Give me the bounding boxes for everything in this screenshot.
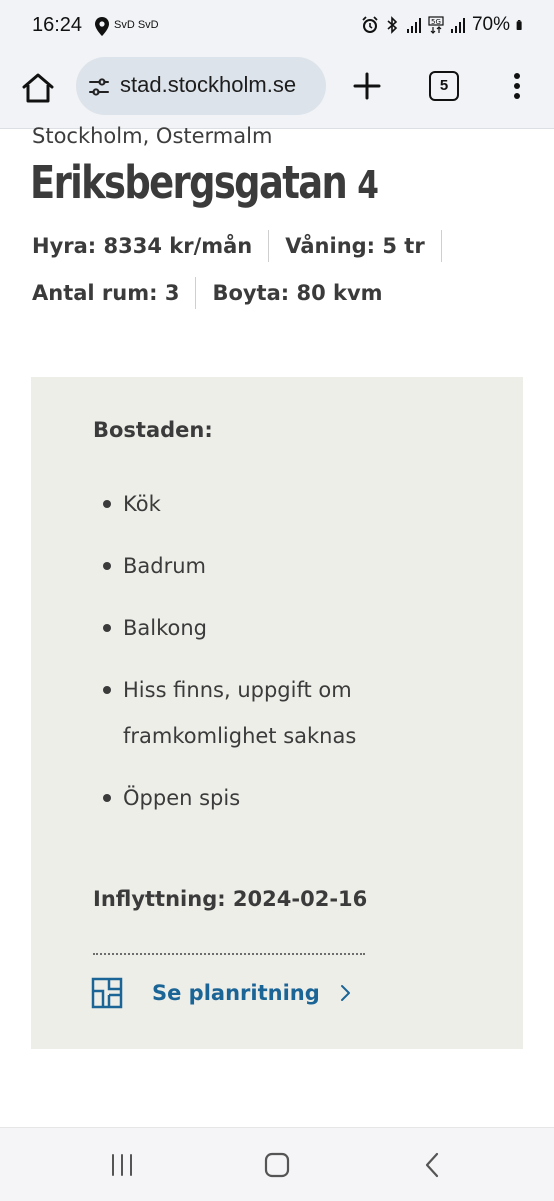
tab-switcher-button[interactable]: 5 [429,71,459,101]
back-icon[interactable] [418,1150,448,1180]
battery-icon [516,20,522,30]
home-icon[interactable] [18,68,58,108]
list-item: Hiss finns, uppgift om framkomlighet sak… [93,667,493,759]
street-name: Eriksbergsgatan [30,156,348,209]
status-bar: 16:24 SvD SvD 5G 70% [0,0,554,54]
details-box: Bostaden: Kök Badrum Balkong Hiss finns,… [31,377,523,1049]
list-item: Badrum [93,543,493,589]
listing-street: Eriksbergsgatan 4 [30,156,379,209]
chevron-right-icon [340,985,350,1001]
details-title: Bostaden: [93,418,213,442]
status-carrier: SvD SvD [114,19,159,31]
dotted-divider [93,953,365,955]
signal-icon [450,18,465,33]
alarm-icon [362,16,378,33]
floor-plan-icon [91,977,123,1009]
url-text: stad.stockholm.se [120,72,297,97]
listing-area: Stockholm, Ostermalm [32,124,273,148]
floor: Våning: 5 tr [285,230,442,262]
recent-apps-icon[interactable] [107,1150,137,1180]
list-item: Kök [93,481,493,527]
status-icons: 5G 70% [362,14,526,36]
floor-plan-link[interactable]: Se planritning [91,977,352,1009]
rooms: Antal rum: 3 [32,277,197,309]
more-vert-icon[interactable] [506,70,528,102]
signal-icon [406,18,421,33]
rent: Hyra: 8334 kr/mån [32,230,270,262]
status-time: 16:24 [32,14,83,36]
bluetooth-icon [387,16,398,34]
system-nav-bar [0,1127,554,1201]
street-number: 4 [357,163,379,207]
svg-text:5G: 5G [431,18,441,26]
size: Boyta: 80 kvm [212,281,383,305]
browser-toolbar: stad.stockholm.se 5 [0,54,554,129]
address-bar[interactable]: stad.stockholm.se [76,57,326,115]
home-icon[interactable] [262,1150,292,1180]
list-item: Balkong [93,605,493,651]
location-icon [95,17,109,36]
5g-icon: 5G [428,16,444,34]
tune-icon[interactable] [88,76,110,98]
feature-list: Kök Badrum Balkong Hiss finns, uppgift o… [93,481,493,837]
listing-facts-row: Antal rum: 3 Boyta: 80 kvm [32,277,383,309]
move-in-date: Inflyttning: 2024-02-16 [93,887,368,911]
listing-facts-row: Hyra: 8334 kr/mån Våning: 5 tr [32,230,458,262]
floor-plan-label: Se planritning [152,981,320,1005]
battery-percentage: 70% [471,14,510,35]
plus-icon[interactable] [350,69,384,103]
list-item: Öppen spis [93,775,493,821]
